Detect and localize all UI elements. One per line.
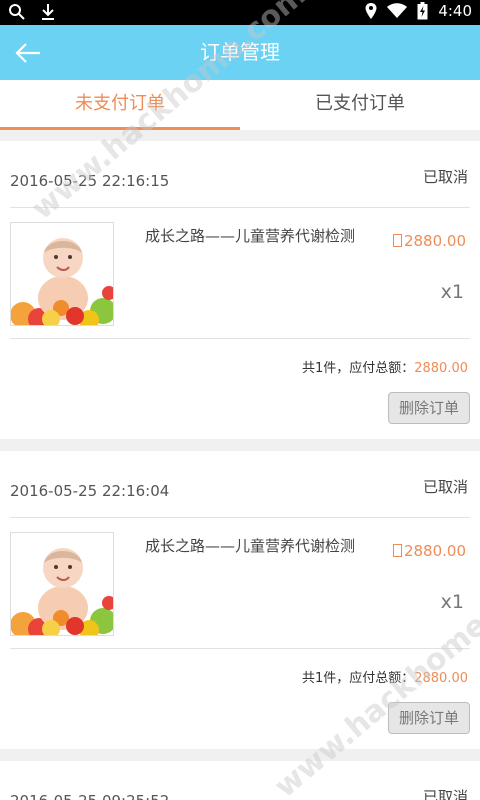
summary-label: 共1件，应付总额： bbox=[301, 361, 415, 376]
active-tab-indicator bbox=[0, 127, 240, 130]
total-amount: 2880.00 bbox=[414, 671, 468, 686]
price-value: 2880.00 bbox=[403, 542, 466, 560]
product-quantity: x1 bbox=[440, 591, 464, 613]
wifi-icon bbox=[387, 3, 408, 19]
order-status: 已取消 bbox=[422, 788, 468, 800]
product-price: 2880.00 bbox=[392, 542, 466, 560]
location-icon bbox=[365, 2, 377, 20]
order-card: 2016-05-25 22:16:15 已取消 成长之路——儿童营养代谢检测 2… bbox=[0, 141, 480, 439]
search-icon bbox=[8, 3, 26, 21]
order-summary: 共1件，应付总额：2880.00 bbox=[302, 667, 468, 686]
product-name: 成长之路——儿童营养代谢检测 bbox=[145, 227, 356, 245]
order-status: 已取消 bbox=[422, 478, 468, 496]
divider bbox=[10, 207, 470, 208]
order-summary: 共1件，应付总额：2880.00 bbox=[302, 357, 468, 376]
order-card: 2016-05-25 22:16:04 已取消 成长之路——儿童营养代谢检测 2… bbox=[0, 451, 480, 749]
divider bbox=[10, 648, 470, 649]
total-amount: 2880.00 bbox=[414, 361, 468, 376]
order-time: 2016-05-25 22:16:15 bbox=[10, 172, 170, 190]
divider bbox=[10, 517, 470, 518]
price-value: 2880.00 bbox=[403, 232, 466, 250]
order-status: 已取消 bbox=[422, 168, 468, 186]
product-thumbnail[interactable] bbox=[10, 222, 114, 326]
product-thumbnail[interactable] bbox=[10, 532, 114, 636]
order-time: 2016-05-25 09:25:52 bbox=[10, 792, 169, 800]
download-icon bbox=[40, 3, 56, 21]
battery-icon bbox=[417, 2, 428, 20]
summary-label: 共1件，应付总额： bbox=[301, 671, 415, 686]
tab-unpaid-orders[interactable]: 未支付订单 bbox=[0, 80, 240, 130]
divider bbox=[10, 338, 470, 339]
product-price: 2880.00 bbox=[392, 232, 466, 250]
tab-paid-orders[interactable]: 已支付订单 bbox=[240, 80, 480, 130]
product-name: 成长之路——儿童营养代谢检测 bbox=[145, 537, 356, 555]
order-card: 2016-05-25 09:25:52 已取消 bbox=[0, 761, 480, 800]
delete-order-button[interactable]: 删除订单 bbox=[388, 702, 470, 734]
page-title: 订单管理 bbox=[200, 40, 280, 64]
yuan-icon bbox=[392, 232, 404, 250]
order-time: 2016-05-25 22:16:04 bbox=[10, 482, 170, 500]
delete-order-button[interactable]: 删除订单 bbox=[388, 392, 470, 424]
yuan-icon bbox=[392, 542, 404, 560]
status-bar: 4:40 bbox=[0, 0, 480, 25]
clock: 4:40 bbox=[438, 2, 472, 20]
product-quantity: x1 bbox=[440, 281, 464, 303]
order-tabs: 未支付订单 已支付订单 bbox=[0, 80, 480, 130]
app-bar: 订单管理 bbox=[0, 25, 480, 80]
